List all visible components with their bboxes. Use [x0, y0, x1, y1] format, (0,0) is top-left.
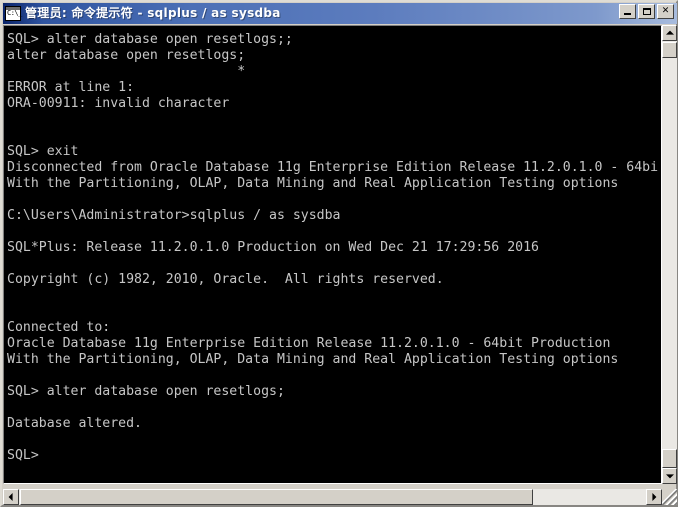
window-controls: [619, 4, 674, 19]
terminal-output: SQL> alter database open resetlogs;; alt…: [7, 32, 659, 463]
minimize-icon: [620, 5, 635, 18]
vertical-scroll-thumb-top[interactable]: [662, 42, 677, 58]
chevron-left-icon: [8, 493, 13, 501]
horizontal-scrollbar[interactable]: [3, 489, 662, 505]
horizontal-scroll-thumb[interactable]: [20, 489, 533, 505]
console-icon[interactable]: [5, 6, 22, 21]
vertical-scrollbar[interactable]: [662, 25, 677, 484]
console-screen[interactable]: SQL> alter database open resetlogs;; alt…: [5, 27, 660, 482]
resize-grip[interactable]: [662, 489, 677, 505]
chevron-right-icon: [652, 493, 657, 501]
vertical-scroll-thumb[interactable]: [662, 449, 677, 468]
maximize-button[interactable]: [638, 4, 655, 19]
minimize-button[interactable]: [619, 4, 636, 19]
scroll-left-button[interactable]: [3, 489, 19, 505]
close-icon: [658, 5, 673, 18]
scroll-up-button[interactable]: [662, 25, 677, 41]
window-title: 管理员: 命令提示符 - sqlplus / as sysdba: [25, 6, 281, 20]
chevron-down-icon: [665, 474, 674, 479]
close-button[interactable]: [657, 4, 674, 19]
console-frame: SQL> alter database open resetlogs;; alt…: [3, 25, 662, 484]
client-area: SQL> alter database open resetlogs;; alt…: [3, 25, 677, 505]
maximize-icon: [639, 5, 654, 18]
console-window: 管理员: 命令提示符 - sqlplus / as sysdba SQL> al…: [0, 0, 678, 507]
title-bar[interactable]: 管理员: 命令提示符 - sqlplus / as sysdba: [3, 3, 677, 24]
scroll-down-button[interactable]: [662, 468, 677, 484]
chevron-up-icon: [665, 30, 674, 35]
scroll-right-button[interactable]: [646, 489, 662, 505]
